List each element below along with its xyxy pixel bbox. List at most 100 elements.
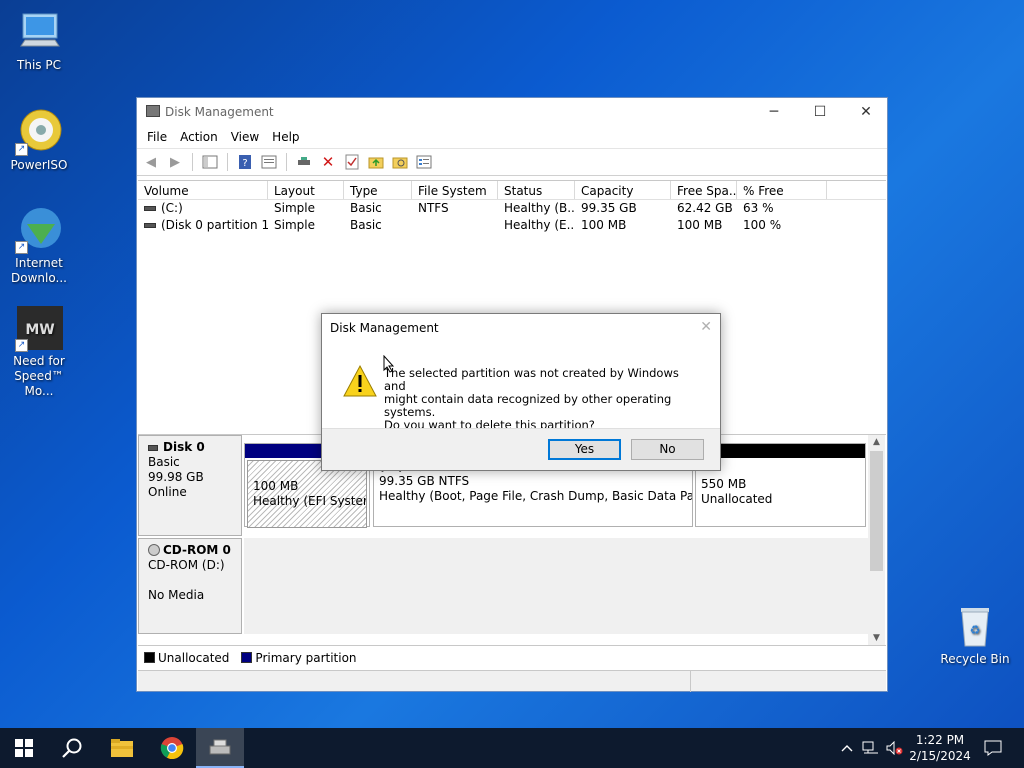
cell-volume: (C:) [138, 200, 268, 217]
file-explorer-button[interactable] [98, 728, 146, 768]
svg-text:?: ? [242, 158, 247, 169]
clock-date: 2/15/2024 [909, 749, 971, 763]
column-header-free-space[interactable]: Free Spa... [671, 181, 737, 199]
column-header-file-system[interactable]: File System [412, 181, 498, 199]
menu-help[interactable]: Help [266, 126, 306, 148]
delete-icon[interactable]: ✕ [318, 152, 338, 172]
disk-0-label[interactable]: Disk 0 Basic 99.98 GB Online [138, 435, 242, 536]
window-titlebar[interactable]: Disk Management ─ ☐ ✕ [137, 98, 887, 126]
notification-icon [984, 740, 1002, 756]
desktop-icon-recycle-bin[interactable]: ♻ Recycle Bin [936, 602, 1014, 667]
back-icon[interactable]: ◀ [141, 152, 161, 172]
disk-pane-scrollbar[interactable]: ▲ ▼ [868, 435, 885, 645]
cdrom-0-drive: CD-ROM (D:) [148, 558, 225, 572]
start-button[interactable] [0, 728, 48, 768]
status-divider [690, 671, 691, 692]
cell-layout: Simple [274, 218, 315, 232]
menu-file[interactable]: File [141, 126, 174, 148]
toolbar-separator [192, 153, 193, 171]
no-button[interactable]: No [631, 439, 704, 460]
scroll-down-icon[interactable]: ▼ [868, 633, 885, 643]
search-icon [62, 738, 82, 758]
disk-management-taskbar-button[interactable] [196, 728, 244, 768]
scrollbar-thumb[interactable] [870, 451, 883, 571]
network-icon [862, 741, 878, 754]
desktop-icon-poweriso[interactable]: ↗ PowerISO [0, 108, 78, 173]
need-for-speed-game-icon: MW ↗ [15, 304, 63, 352]
cell-layout: Simple [274, 201, 315, 215]
legend-unallocated-label: Unallocated [158, 650, 230, 665]
desktop-icon-label-line2: Speed™ Mo... [14, 369, 64, 398]
chrome-button[interactable] [148, 728, 196, 768]
notifications-button[interactable] [978, 728, 1008, 768]
partition-c-status: Healthy (Boot, Page File, Crash Dump, Ba… [379, 489, 692, 503]
cell-type: Basic [350, 218, 382, 232]
list-icon[interactable] [414, 152, 434, 172]
column-header-status[interactable]: Status [498, 181, 575, 199]
help-icon[interactable]: ? [235, 152, 255, 172]
recycle-bin-icon: ♻ [951, 602, 999, 650]
dialog-message-line1: The selected partition was not created b… [384, 366, 679, 393]
shortcut-arrow-icon: ↗ [15, 241, 28, 254]
close-button[interactable]: ✕ [843, 98, 889, 126]
maximize-button[interactable]: ☐ [797, 98, 843, 126]
disk-management-app-icon [146, 105, 160, 117]
table-row[interactable]: (Disk 0 partition 1) Simple Basic Health… [138, 217, 886, 234]
clock[interactable]: 1:22 PM 2/15/2024 [908, 732, 972, 764]
connect-icon[interactable] [294, 152, 314, 172]
desktop-icon-need-for-speed[interactable]: MW ↗ Need for Speed™ Mo... [0, 304, 78, 399]
mouse-cursor-icon [383, 355, 395, 373]
desktop-icon-label: PowerISO [10, 158, 68, 172]
speaker-muted-icon [886, 741, 903, 755]
drive-icon [144, 223, 156, 228]
cell-status: Healthy (B... [504, 201, 575, 215]
legend-primary: Primary partition [241, 651, 357, 665]
search-button[interactable] [48, 728, 96, 768]
disk-0-name-row: Disk 0 [148, 440, 241, 455]
cell-volume-text: (Disk 0 partition 1) [161, 218, 268, 232]
console-tree-icon[interactable] [200, 152, 220, 172]
table-row[interactable]: (C:) Simple Basic NTFS Healthy (B... 99.… [138, 200, 886, 217]
up-folder-icon[interactable] [366, 152, 386, 172]
cell-status: Healthy (E... [504, 218, 575, 232]
shortcut-arrow-icon: ↗ [15, 143, 28, 156]
column-header-capacity[interactable]: Capacity [575, 181, 671, 199]
shortcut-arrow-icon: ↗ [15, 339, 28, 352]
partition-band [696, 444, 865, 458]
chevron-up-icon [841, 745, 853, 752]
cdrom-0-name-row: CD-ROM 0 [148, 543, 241, 558]
desktop-icon-label-line1: Internet [15, 256, 63, 270]
status-bar [138, 670, 886, 692]
cdrom-0-label[interactable]: CD-ROM 0 CD-ROM (D:) No Media [138, 538, 242, 634]
computer-icon [15, 8, 63, 56]
menu-action[interactable]: Action [174, 126, 225, 148]
properties-icon[interactable] [259, 152, 279, 172]
legend-swatch-unallocated [144, 651, 155, 663]
column-header-layout[interactable]: Layout [268, 181, 344, 199]
desktop-icon-internet-download[interactable]: ↗ Internet Downlo... [0, 206, 78, 286]
poweriso-disc-icon: ↗ [15, 108, 63, 156]
desktop-icon-this-pc[interactable]: This PC [0, 8, 78, 73]
dialog-button-area: Yes No [322, 428, 720, 470]
check-icon[interactable] [342, 152, 362, 172]
minimize-button[interactable]: ─ [751, 98, 797, 126]
network-tray-icon[interactable] [860, 728, 882, 768]
cell-file-system: NTFS [418, 201, 449, 215]
desktop-icon-label-line2: Downlo... [11, 271, 67, 285]
forward-icon[interactable]: ▶ [165, 152, 185, 172]
dialog-close-button[interactable]: ✕ [700, 319, 712, 335]
cell-volume-text: (C:) [161, 201, 183, 215]
show-hidden-icons-button[interactable] [838, 728, 856, 768]
column-header-type[interactable]: Type [344, 181, 412, 199]
disk-0-type: Basic [148, 455, 180, 469]
search-folder-icon[interactable] [390, 152, 410, 172]
menu-view[interactable]: View [225, 126, 266, 148]
volume-tray-icon[interactable] [884, 728, 906, 768]
yes-button[interactable]: Yes [548, 439, 621, 460]
scroll-up-icon[interactable]: ▲ [868, 437, 885, 447]
column-header-percent-free[interactable]: % Free [737, 181, 827, 199]
window-title: Disk Management [165, 105, 274, 119]
column-header-volume[interactable]: Volume [138, 181, 268, 199]
cell-volume: (Disk 0 partition 1) [138, 217, 268, 234]
